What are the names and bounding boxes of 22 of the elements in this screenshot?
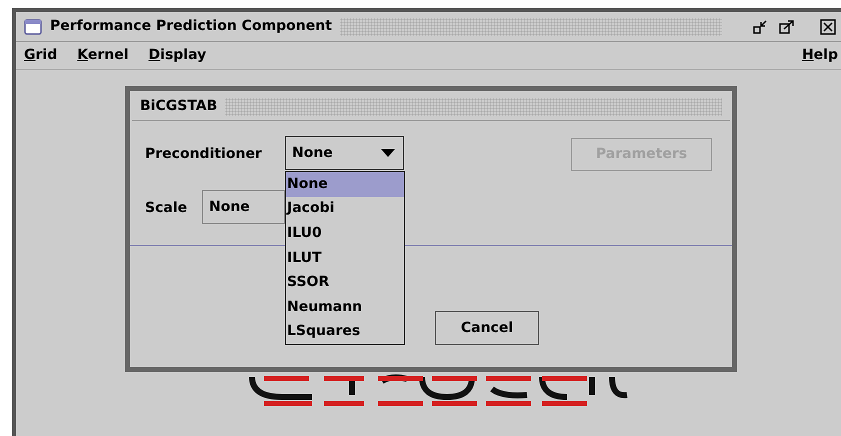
window-title: Performance Prediction Component xyxy=(50,17,332,36)
window-icon xyxy=(24,18,42,34)
menu-item[interactable]: Grid xyxy=(24,45,58,66)
dropdown-option[interactable]: ILU0 xyxy=(286,221,404,246)
close-icon[interactable] xyxy=(820,18,836,34)
dialog-title: BiCGSTAB xyxy=(140,97,218,116)
cancel-button[interactable]: Cancel xyxy=(435,311,539,345)
field-label: Preconditioner xyxy=(145,145,262,164)
menu-item[interactable]: Kernel xyxy=(77,45,129,66)
field-label: Scale xyxy=(145,199,188,218)
dropdown-option[interactable]: Neumann xyxy=(286,294,404,320)
dropdown-option[interactable]: Jacobi xyxy=(286,196,404,222)
scale-dropdown[interactable]: None xyxy=(202,190,285,224)
dropdown-option[interactable]: SSOR xyxy=(286,270,404,295)
preconditioner-dropdown[interactable]: None xyxy=(285,136,404,170)
dropdown-option[interactable]: None xyxy=(286,172,404,197)
dropdown-option[interactable]: ILUT xyxy=(286,246,404,270)
maximize-icon[interactable] xyxy=(778,18,796,34)
dropdown-option[interactable]: LSquares xyxy=(286,320,404,344)
menu-item[interactable]: Display xyxy=(148,45,206,66)
caret-icon xyxy=(381,149,395,157)
menu-item[interactable]: Help xyxy=(802,45,838,66)
